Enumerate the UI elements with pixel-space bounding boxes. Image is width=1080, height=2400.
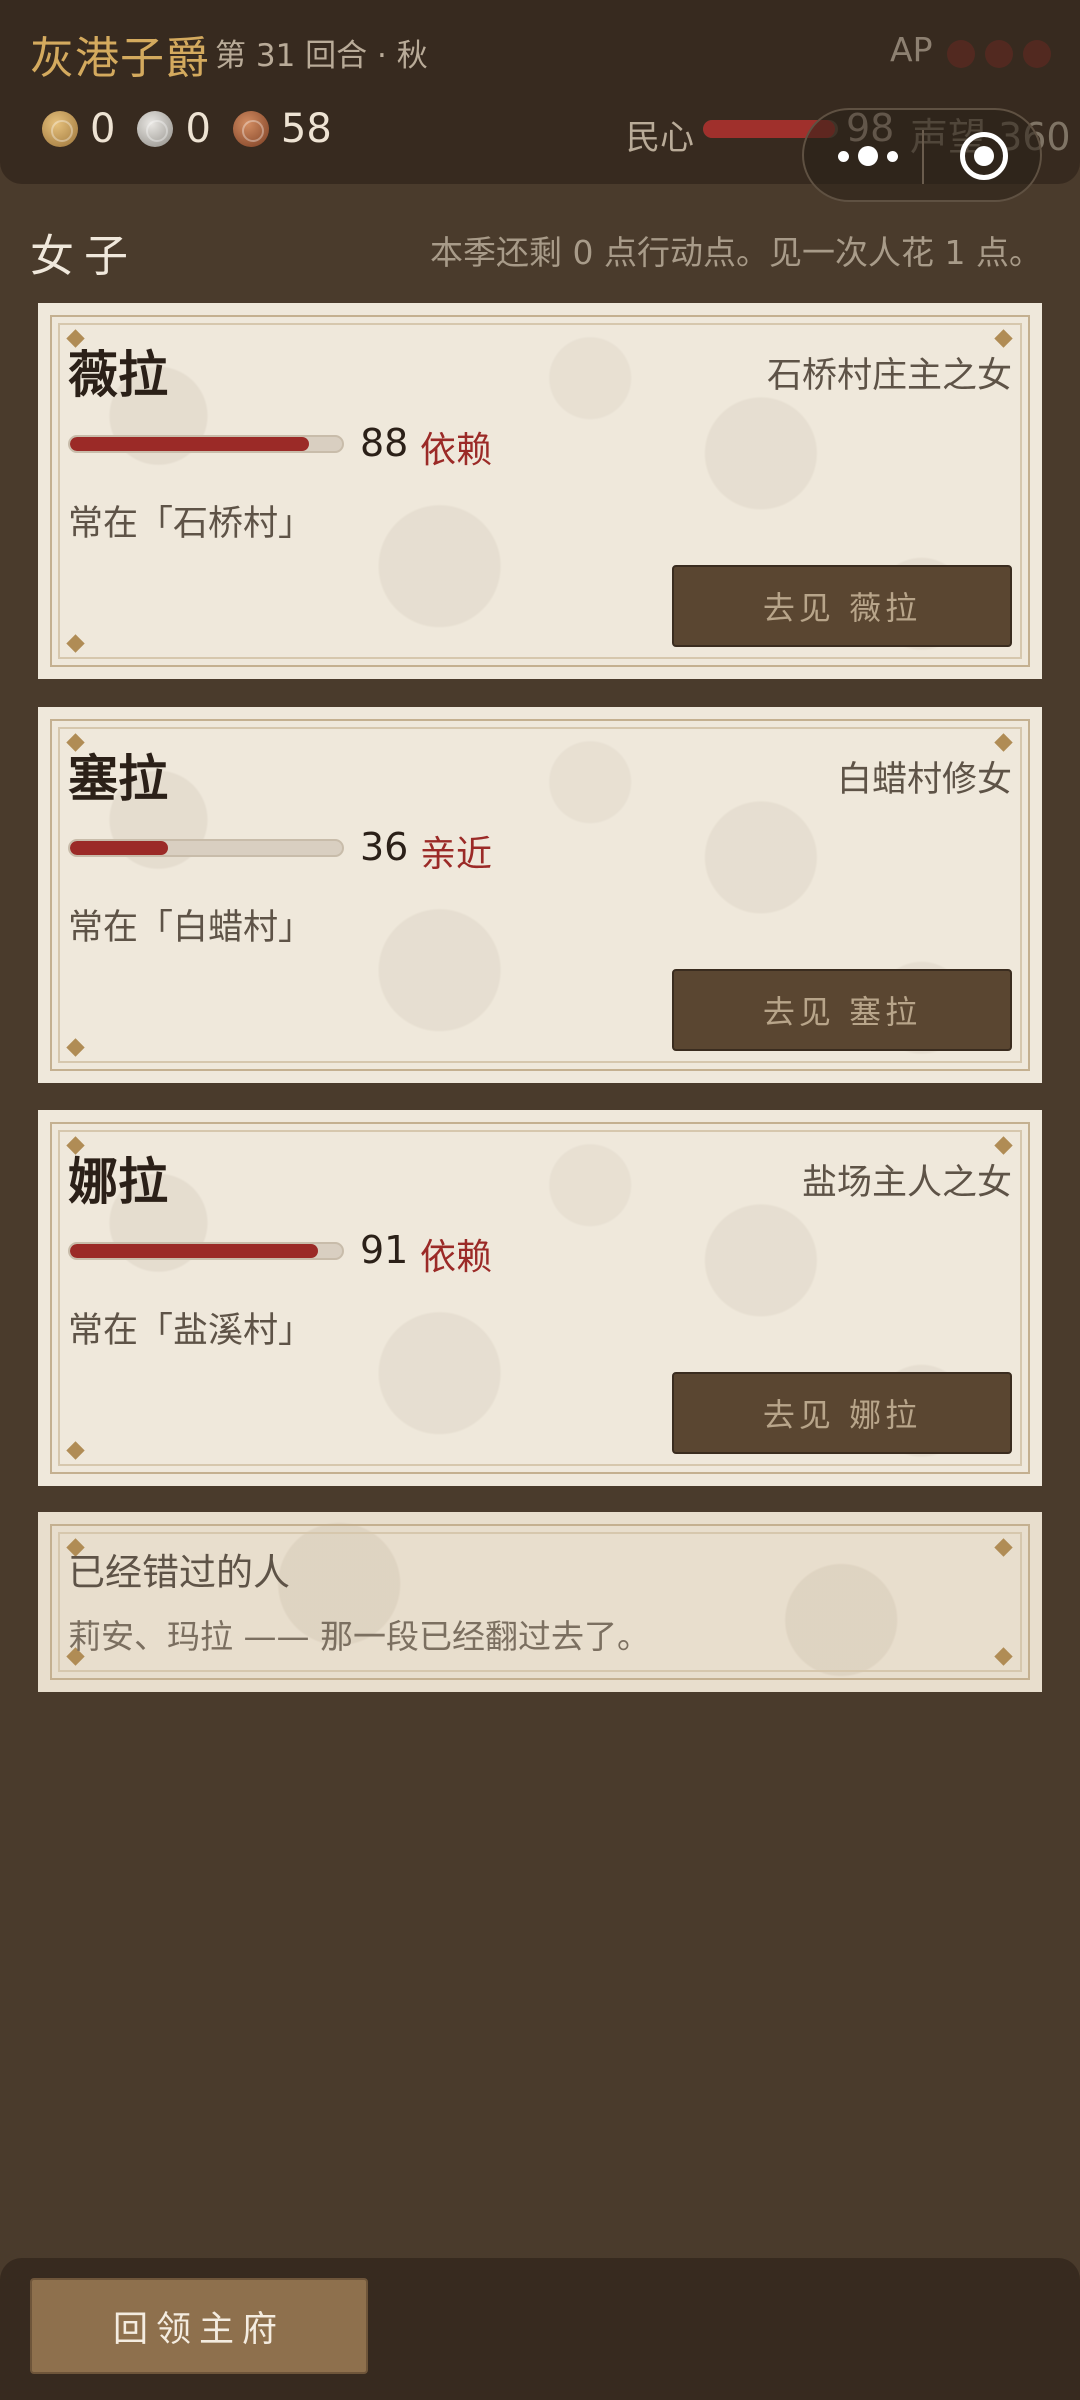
woman-name: 塞拉	[68, 749, 168, 808]
affection-bar-fill	[70, 437, 310, 451]
affection-value: 91	[360, 1228, 409, 1272]
woman-card: 塞拉 白蜡村修女 36 亲近 常在「白蜡村」 去见 塞拉	[38, 707, 1042, 1083]
gold-coin-icon	[42, 111, 78, 147]
return-manor-button[interactable]: 回领主府	[30, 2278, 368, 2374]
more-menu-icon[interactable]	[838, 142, 898, 170]
woman-name: 薇拉	[68, 345, 168, 404]
affection-bar-fill	[70, 1244, 318, 1258]
section-title: 女子	[30, 231, 138, 282]
affection-value: 88	[360, 421, 409, 465]
resource-row: 0 0 58	[42, 106, 354, 152]
bottom-bar: 回领主府	[0, 2258, 1080, 2400]
woman-location: 常在「石桥村」	[68, 504, 314, 544]
minxin-label: 民心	[626, 118, 694, 158]
visit-button[interactable]: 去见 薇拉	[672, 565, 1012, 647]
action-points-hint: 本季还剩 0 点行动点。见一次人花 1 点。	[430, 233, 1042, 272]
silver-coin-icon	[137, 111, 174, 147]
ap-dot-icon	[1023, 40, 1051, 68]
silver-count: 0	[185, 106, 211, 152]
turn-season: 第 31 回合 · 秋	[215, 38, 428, 74]
missed-title: 已经错过的人	[68, 1551, 290, 1594]
top-bar: 灰港子爵 第 31 回合 · 秋 AP 0 0 58 民心 98 声望 360	[0, 0, 1080, 202]
close-target-icon[interactable]	[960, 132, 1008, 180]
woman-card: 娜拉 盐场主人之女 91 依赖 常在「盐溪村」 去见 娜拉	[38, 1110, 1042, 1486]
affection-value: 36	[360, 825, 409, 869]
missed-people-card: 已经错过的人 莉安、玛拉 —— 那一段已经翻过去了。	[38, 1512, 1042, 1692]
ap-indicator	[947, 40, 1051, 68]
missed-text: 莉安、玛拉 —— 那一段已经翻过去了。	[68, 1617, 650, 1656]
woman-location: 常在「盐溪村」	[68, 1311, 314, 1351]
woman-name: 娜拉	[68, 1152, 168, 1211]
copper-coin-icon	[232, 111, 269, 147]
relationship-status: 亲近	[420, 834, 493, 875]
affection-bar-fill	[70, 841, 168, 855]
woman-role: 白蜡村修女	[836, 760, 1012, 800]
woman-role: 盐场主人之女	[801, 1163, 1012, 1203]
visit-button[interactable]: 去见 塞拉	[672, 969, 1012, 1051]
copper-count: 58	[280, 106, 332, 152]
affection-bar	[68, 1242, 344, 1260]
ap-dot-icon	[947, 40, 975, 68]
relationship-status: 依赖	[420, 430, 493, 471]
affection-bar	[68, 839, 344, 857]
woman-role: 石桥村庄主之女	[766, 356, 1012, 396]
woman-location: 常在「白蜡村」	[68, 908, 314, 948]
visit-button[interactable]: 去见 娜拉	[672, 1372, 1012, 1454]
gold-count: 0	[90, 106, 116, 152]
ap-label: AP	[890, 30, 933, 69]
ap-dot-icon	[985, 40, 1013, 68]
mini-program-capsule	[802, 108, 1042, 202]
woman-card: 薇拉 石桥村庄主之女 88 依赖 常在「石桥村」 去见 薇拉	[38, 303, 1042, 679]
game-title: 灰港子爵	[30, 33, 210, 84]
relationship-status: 依赖	[420, 1237, 493, 1278]
affection-bar	[68, 435, 344, 453]
capsule-divider	[922, 130, 924, 184]
